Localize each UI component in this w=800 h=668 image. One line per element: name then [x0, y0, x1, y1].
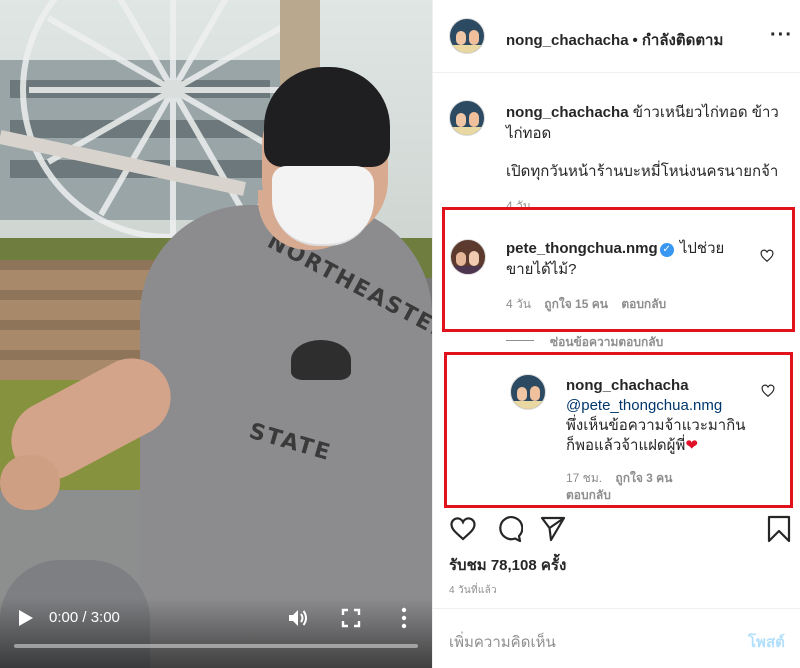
caption-text: nong_chachacha ข้าวเหนียวไก่ทอด ข้าว [506, 102, 791, 123]
comment-avatar[interactable] [450, 239, 486, 275]
red-heart-icon: ❤ [685, 437, 698, 454]
verified-badge-icon: ✓ [659, 243, 674, 257]
caption-line-1: ข้าวเหนียวไก่ทอด ข้าว [632, 104, 779, 121]
view-count[interactable]: รับชม 78,108 ครั้ง [449, 553, 566, 577]
more-vertical-icon[interactable] [398, 607, 410, 629]
header-separator: • [632, 32, 638, 49]
reply-line-2: ก็พอแล้วจ้าแฝดผู้พี่❤ [566, 435, 698, 456]
comment-line-2: ขายได้ไม้? [506, 261, 577, 278]
comment-time: 4 วัน [506, 297, 531, 311]
comment-likes[interactable]: ถูกใจ 15 คน [544, 297, 608, 311]
header-username[interactable]: nong_chachacha [506, 32, 629, 49]
comment-like-icon[interactable] [760, 249, 774, 263]
comment-meta: 4 วัน ถูกใจ 15 คน ตอบกลับ [506, 295, 666, 314]
video-progress-bar[interactable] [14, 644, 418, 648]
caption-line-3: เปิดทุกวันหน้าร้านบะหมี่โหน่งนครนายกจ้า [506, 163, 779, 180]
hide-replies-line [506, 340, 534, 341]
follow-status-button[interactable]: กำลังติดตาม [642, 32, 724, 49]
video-player[interactable]: NORTHEASTERN STATE 0:00 / 3:00 [0, 0, 432, 668]
add-comment-input[interactable]: เพิ่มความคิดเห็น [449, 630, 556, 654]
header-avatar[interactable] [449, 18, 485, 54]
shirt-print-bottom: STATE [246, 418, 335, 467]
caption-line-2: ไก่ทอด [506, 125, 552, 142]
header-divider [433, 72, 800, 73]
posted-time: 4 วันที่แล้ว [449, 585, 497, 596]
more-options-icon[interactable]: ··· [770, 24, 793, 47]
video-time: 0:00 / 3:00 [49, 609, 120, 626]
caption-avatar[interactable] [449, 100, 485, 136]
reply-line-1: พึ่งเห็นข้อความจ้าแวะมากิน [566, 417, 746, 434]
face-mask [272, 166, 374, 246]
fullscreen-icon[interactable] [341, 608, 361, 628]
play-icon[interactable] [18, 609, 34, 627]
comment-line-1: ไปช่วย [679, 240, 725, 257]
save-bookmark-icon[interactable] [765, 515, 793, 543]
share-icon[interactable] [539, 515, 567, 543]
video-frame: NORTHEASTERN STATE [0, 0, 432, 668]
comment-icon[interactable] [495, 515, 523, 543]
like-icon[interactable] [449, 515, 477, 543]
reply-reply-button[interactable]: ตอบกลับ [566, 486, 611, 505]
reply-username[interactable]: nong_chachacha [566, 375, 689, 396]
reply-mention[interactable]: @pete_thongchua.nmg [566, 395, 722, 416]
caption-username[interactable]: nong_chachacha [506, 104, 629, 121]
hide-replies-button[interactable]: ซ่อนข้อความตอบกลับ [550, 333, 663, 352]
reply-likes[interactable]: ถูกใจ 3 คน [615, 471, 672, 485]
reply-line-2-text: ก็พอแล้วจ้าแฝดผู้พี่ [566, 437, 686, 454]
post-header: nong_chachacha • กำลังติดตาม [506, 28, 723, 52]
comment-username[interactable]: pete_thongchua.nmg [506, 240, 658, 257]
reply-time: 17 ชม. [566, 471, 603, 485]
comment-text: pete_thongchua.nmg ✓ ไปช่วย [506, 238, 746, 259]
volume-icon[interactable] [287, 607, 309, 629]
shirt-print: NORTHEASTERN STATE [236, 229, 432, 490]
comment-divider [433, 608, 800, 609]
reply-like-icon[interactable] [761, 384, 775, 398]
comment-reply-button[interactable]: ตอบกลับ [621, 297, 666, 311]
reply-avatar[interactable] [510, 374, 546, 410]
post-button[interactable]: โพสต์ [748, 630, 785, 654]
